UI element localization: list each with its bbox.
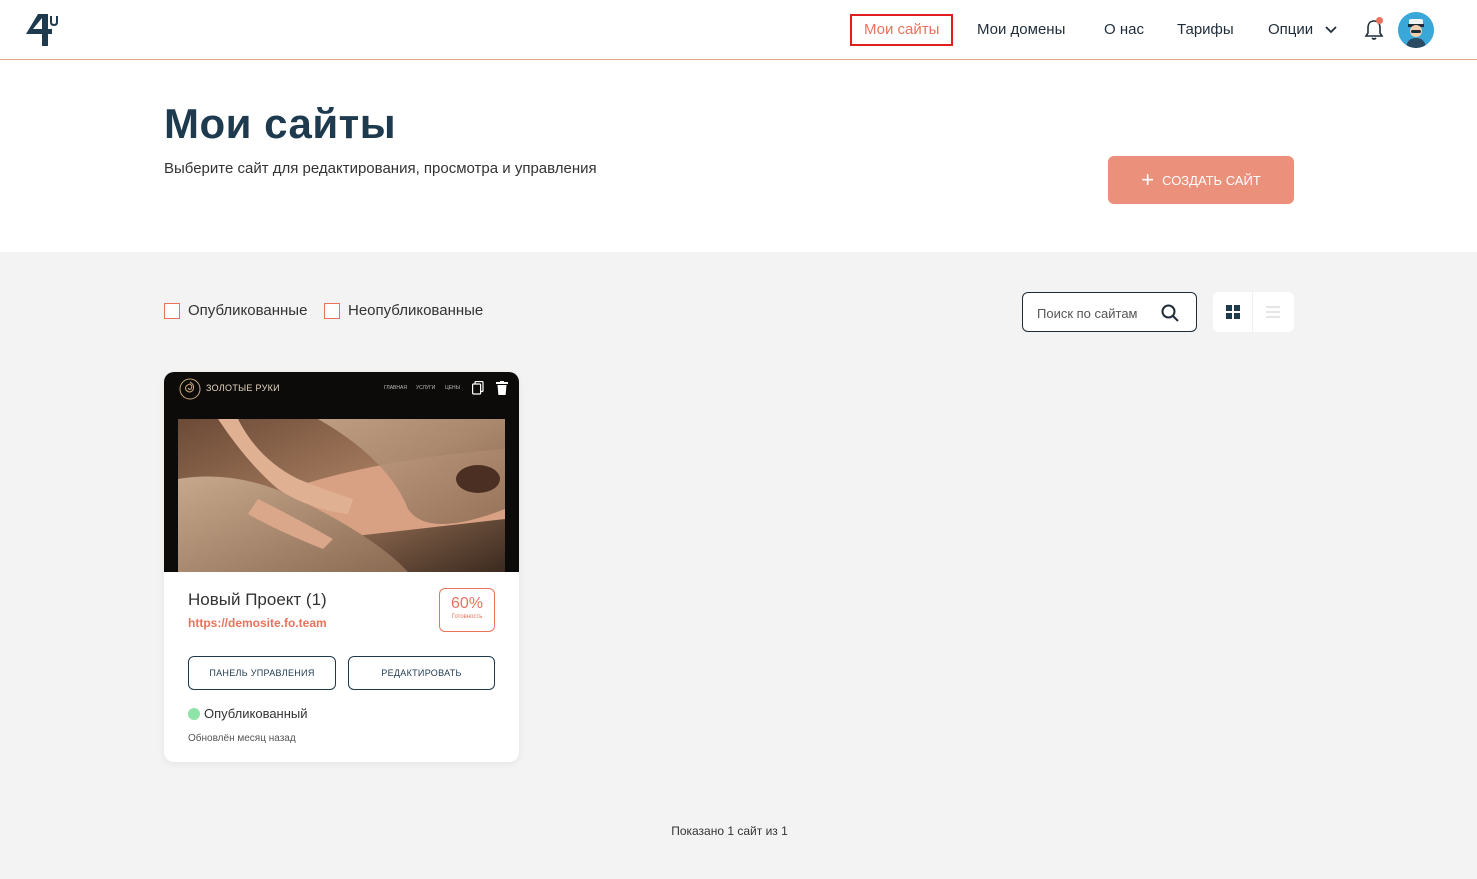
copy-icon[interactable] xyxy=(472,381,484,395)
site-url-link[interactable]: https://demosite.fo.team xyxy=(188,616,327,630)
readiness-badge: 60% Готовность xyxy=(439,588,495,632)
page-subtitle: Выберите сайт для редактирования, просмо… xyxy=(164,160,597,177)
page-title: Мои сайты xyxy=(164,100,397,147)
notification-dot xyxy=(1376,17,1383,24)
preview-photo xyxy=(178,419,505,572)
unpublished-checkbox[interactable] xyxy=(324,302,340,319)
create-site-button[interactable]: + создать сайт xyxy=(1108,156,1294,204)
preview-nav-item: Услуги xyxy=(416,385,436,391)
grid-view-button[interactable] xyxy=(1213,292,1253,332)
4u-logo-icon[interactable] xyxy=(24,12,60,48)
published-checkbox[interactable] xyxy=(164,302,180,319)
search-input[interactable] xyxy=(1037,302,1157,324)
user-avatar[interactable] xyxy=(1398,12,1434,48)
edit-button[interactable]: Редактировать xyxy=(348,656,495,690)
nav-about[interactable]: О нас xyxy=(1104,14,1144,46)
status-label: Опубликованный xyxy=(204,706,308,721)
rose-logo-icon xyxy=(179,378,201,400)
updated-time: Обновлён месяц назад xyxy=(188,733,296,744)
site-card: Золотые руки Главная Услуги Цены xyxy=(164,372,519,762)
dashboard-button[interactable]: Панель управления xyxy=(188,656,336,690)
list-icon xyxy=(1266,306,1280,318)
nav-my-domains[interactable]: Мои домены xyxy=(977,14,1065,46)
readiness-percent: 60% xyxy=(450,595,484,612)
nav-options[interactable]: Опции xyxy=(1268,14,1337,46)
hero-section: Мои сайты Выберите сайт для редактирован… xyxy=(0,60,1477,252)
filter-unpublished-label: Неопубликованные xyxy=(348,302,484,319)
site-search xyxy=(1022,292,1197,332)
filter-unpublished[interactable]: Неопубликованные xyxy=(324,302,483,319)
filter-published[interactable]: Опубликованные xyxy=(164,302,307,319)
site-title: Новый Проект (1) xyxy=(188,590,327,609)
site-preview[interactable]: Золотые руки Главная Услуги Цены xyxy=(164,372,519,572)
sites-count: Показано 1 сайт из 1 xyxy=(671,824,788,838)
grid-icon xyxy=(1225,305,1240,319)
nav-pricing[interactable]: Тарифы xyxy=(1177,14,1234,46)
list-view-button[interactable] xyxy=(1253,292,1293,332)
publish-status: Опубликованный xyxy=(188,706,308,721)
nav-options-label: Опции xyxy=(1268,21,1314,38)
trash-icon[interactable] xyxy=(496,381,508,395)
readiness-label: Готовность xyxy=(451,614,483,620)
view-mode-toggle xyxy=(1213,292,1294,332)
search-icon[interactable] xyxy=(1160,303,1180,323)
filter-published-label: Опубликованные xyxy=(188,302,308,319)
chevron-down-icon xyxy=(1325,26,1337,34)
massage-photo-image xyxy=(178,419,505,572)
nav-my-sites[interactable]: Мои сайты xyxy=(850,14,954,46)
create-site-label: создать сайт xyxy=(1162,172,1261,188)
avatar-icon xyxy=(1398,12,1434,48)
preview-nav-item: Цены xyxy=(445,385,461,391)
preview-nav-item: Главная xyxy=(384,385,407,391)
top-header: Мои сайты Мои домены О нас Тарифы Опции xyxy=(0,0,1477,60)
preview-brand: Золотые руки xyxy=(206,383,280,393)
plus-icon: + xyxy=(1141,167,1155,192)
status-dot xyxy=(188,707,200,720)
